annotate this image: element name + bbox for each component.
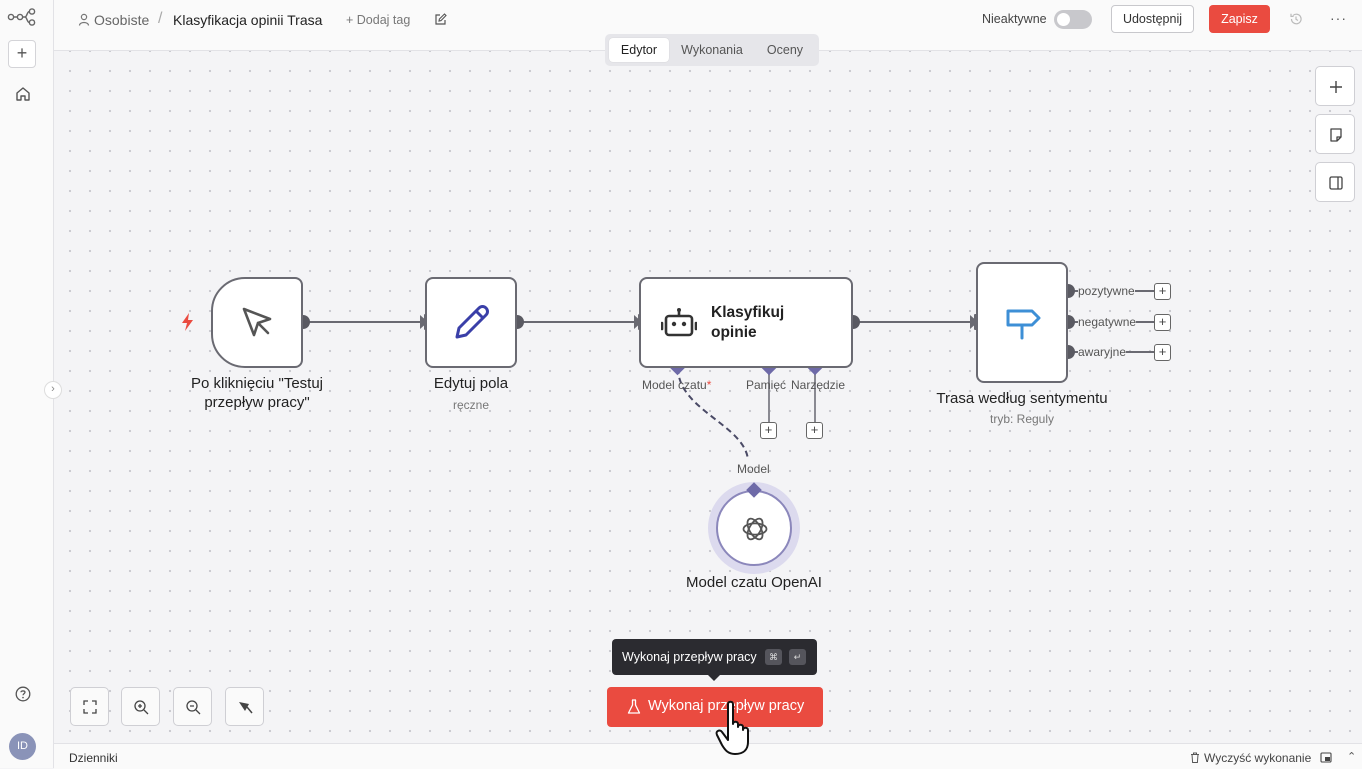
shortcut-key-enter: ↵	[789, 649, 806, 665]
tooltip-text: Wykonaj przepływ pracy	[622, 650, 757, 664]
trash-icon[interactable]	[1190, 752, 1200, 763]
logs-footer[interactable]: Dzienniki Wyczyść wykonanie ⌃	[54, 743, 1362, 769]
openai-port-label: Model	[737, 462, 770, 476]
zoom-in-icon	[134, 700, 149, 715]
hand-cursor-icon	[715, 700, 749, 755]
classify-node[interactable]: Klasyfikuj opinie	[639, 277, 853, 368]
openai-logo-icon	[742, 517, 768, 541]
toggle-panel-button[interactable]	[1315, 162, 1355, 202]
add-tool-button[interactable]: +	[806, 422, 823, 439]
trigger-node[interactable]	[211, 277, 303, 368]
edit-fields-label: Edytuj pola	[433, 375, 509, 392]
add-positive-branch-button[interactable]: +	[1154, 283, 1171, 300]
zoom-in-button[interactable]	[121, 687, 160, 726]
model-port-label: Model czatu*	[642, 378, 712, 392]
clear-execution-button[interactable]: Wyczyść wykonanie	[1204, 751, 1311, 765]
pop-out-icon[interactable]	[1320, 752, 1332, 763]
openai-output-port	[746, 482, 762, 498]
memory-port-label: Pamięć	[746, 378, 787, 392]
router-node-label: Trasa według sentymentu	[936, 390, 1108, 407]
add-node-button[interactable]	[1315, 66, 1355, 106]
expand-logs-icon[interactable]: ⌃	[1347, 750, 1356, 763]
zoom-out-icon	[186, 700, 201, 715]
openai-node[interactable]	[716, 490, 792, 566]
router-node[interactable]	[976, 262, 1068, 383]
tooltip-arrow	[708, 675, 720, 681]
trigger-node-label: Po kliknięciu "Testuj przepływ pracy"	[190, 375, 324, 411]
shortcut-key-cmd: ⌘	[765, 649, 782, 665]
panel-icon	[1329, 176, 1343, 190]
cursor-pointer-icon	[242, 307, 272, 337]
tab-executions[interactable]: Wykonania	[673, 38, 751, 62]
note-icon	[1330, 128, 1342, 142]
plus-icon	[1330, 81, 1342, 93]
tab-evaluations[interactable]: Oceny	[755, 38, 815, 62]
logs-label[interactable]: Dzienniki	[69, 751, 118, 765]
classify-node-label: Klasyfikuj opinie	[711, 304, 785, 341]
tidy-up-button[interactable]	[225, 687, 264, 726]
zoom-out-button[interactable]	[173, 687, 212, 726]
router-output-negative-label: negatywne	[1078, 315, 1137, 329]
run-tooltip: Wykonaj przepływ pracy ⌘ ↵	[612, 639, 817, 675]
sidebar-expand-button[interactable]: ›	[44, 381, 62, 399]
sticky-note-button[interactable]	[1315, 114, 1355, 154]
robot-icon	[661, 308, 697, 337]
tool-port-label: Narzędzie	[791, 378, 846, 392]
edit-fields-sublabel: ręczne	[452, 398, 490, 412]
fit-view-button[interactable]	[70, 687, 109, 726]
tab-editor[interactable]: Edytor	[609, 38, 669, 62]
fullscreen-icon	[83, 700, 97, 714]
trigger-bolt-icon	[182, 313, 193, 331]
router-output-positive-label: pozytywne	[1078, 284, 1135, 298]
signpost-icon	[1006, 309, 1041, 340]
broom-icon	[239, 702, 253, 714]
view-tabs: Edytor Wykonania Oceny	[605, 34, 819, 66]
router-node-sublabel: tryb: Reguly	[989, 412, 1055, 426]
edit-fields-node[interactable]	[425, 277, 517, 368]
router-output-fallback-label: awaryjne	[1078, 345, 1127, 359]
flask-icon	[627, 699, 641, 714]
pencil-icon	[455, 305, 489, 339]
openai-node-label: Model czatu OpenAI	[686, 574, 822, 591]
add-memory-button[interactable]: +	[760, 422, 777, 439]
add-fallback-branch-button[interactable]: +	[1154, 344, 1171, 361]
add-negative-branch-button[interactable]: +	[1154, 314, 1171, 331]
